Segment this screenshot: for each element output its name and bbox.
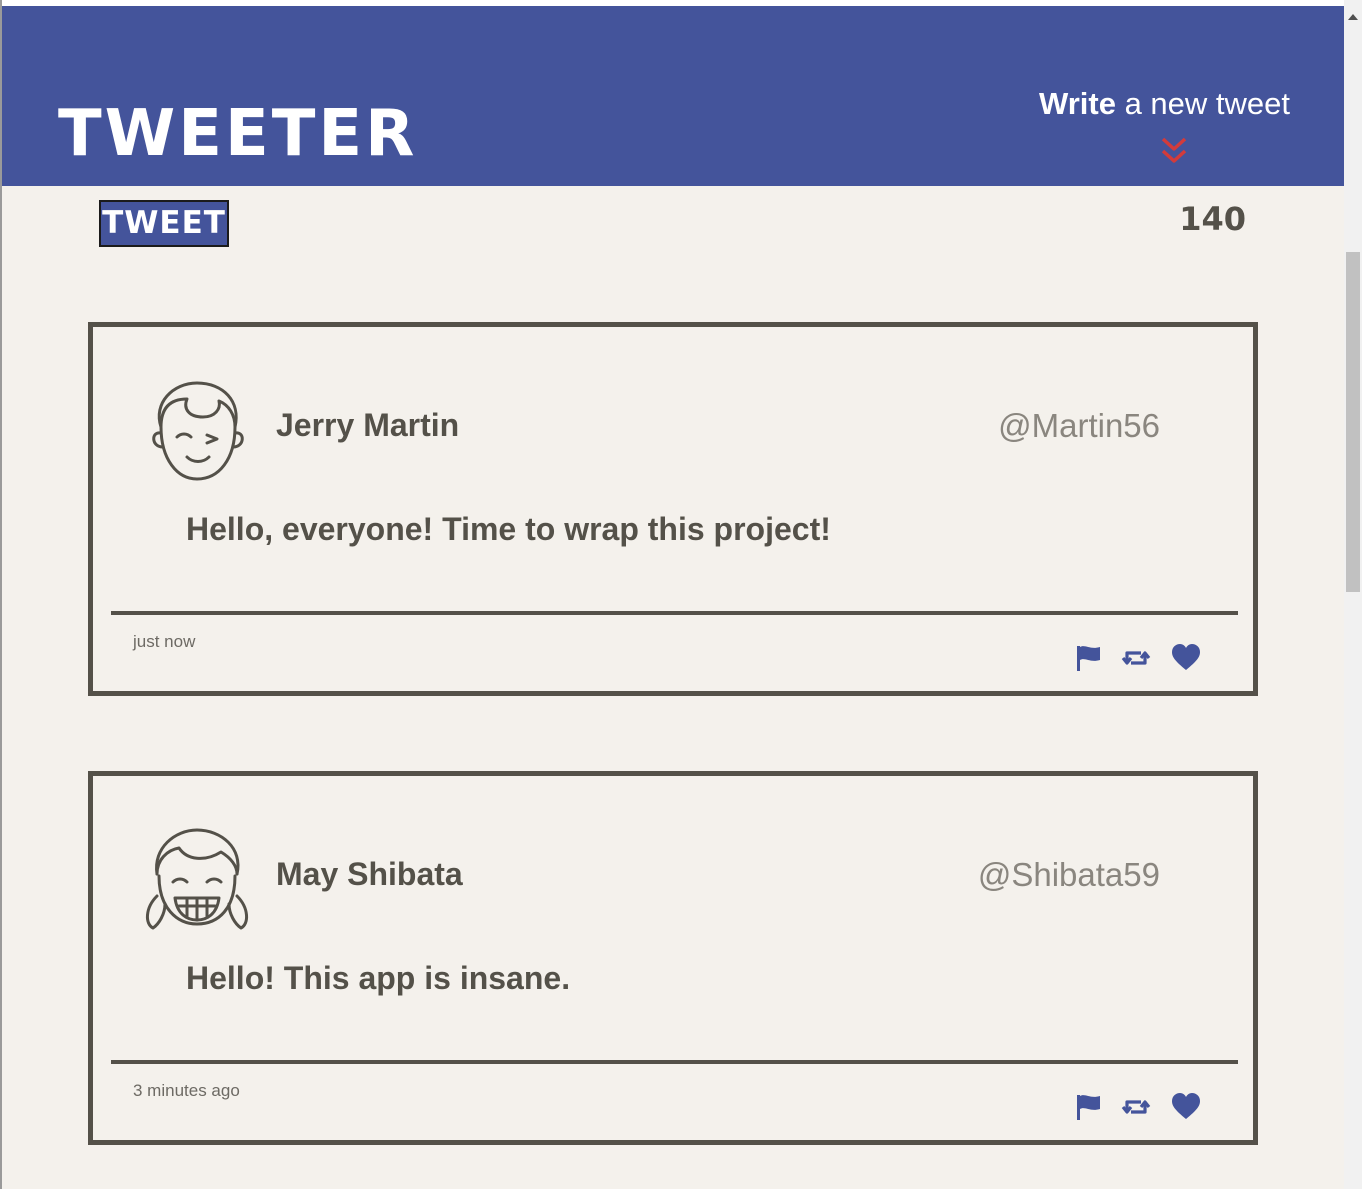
tweet-timestamp: 3 minutes ago [133,1081,240,1100]
compose-toggle-bold: Write [1039,86,1116,121]
retweet-icon[interactable] [1121,643,1151,673]
boy-avatar-icon [152,381,244,481]
retweet-icon[interactable] [1121,1092,1151,1122]
character-counter: 140 [1179,200,1246,238]
tweet-divider [111,611,1238,615]
author-handle: @Martin56 [998,407,1160,444]
heart-icon[interactable] [1171,643,1201,673]
author-handle: @Shibata59 [977,856,1160,893]
app-window: TWEETER Write a new tweet TWEET 140 Jerr… [0,0,1362,1189]
tweet-actions [1073,1092,1203,1122]
tweet-actions [1073,643,1203,673]
compose-toggle-text: a new tweet [1115,86,1290,121]
compose-toggle[interactable]: Write a new tweet [1039,86,1290,122]
tweet-divider [111,1060,1238,1064]
tweet-card: May Shibata @Shibata59 Hello! This app i… [88,771,1258,1145]
flag-icon[interactable] [1073,643,1103,673]
tweet-timestamp: just now [133,632,196,651]
tweet-content: Hello, everyone! Time to wrap this proje… [186,511,831,547]
vertical-scrollbar[interactable] [1344,0,1362,1189]
flag-icon[interactable] [1073,1092,1103,1122]
scroll-up-arrow-icon[interactable] [1344,8,1362,26]
tweet-card: Jerry Martin @Martin56 Hello, everyone! … [88,322,1258,696]
author-name: May Shibata [276,856,463,892]
brand-logo: TWEETER [58,97,418,171]
double-chevron-down-icon[interactable] [1160,136,1188,166]
tweet-content: Hello! This app is insane. [186,960,571,996]
top-navbar: TWEETER Write a new tweet [2,6,1344,186]
girl-avatar-icon [146,828,248,930]
heart-icon[interactable] [1171,1092,1201,1122]
scrollbar-thumb[interactable] [1346,252,1360,592]
tweet-button[interactable]: TWEET [99,200,229,247]
author-name: Jerry Martin [276,407,460,443]
